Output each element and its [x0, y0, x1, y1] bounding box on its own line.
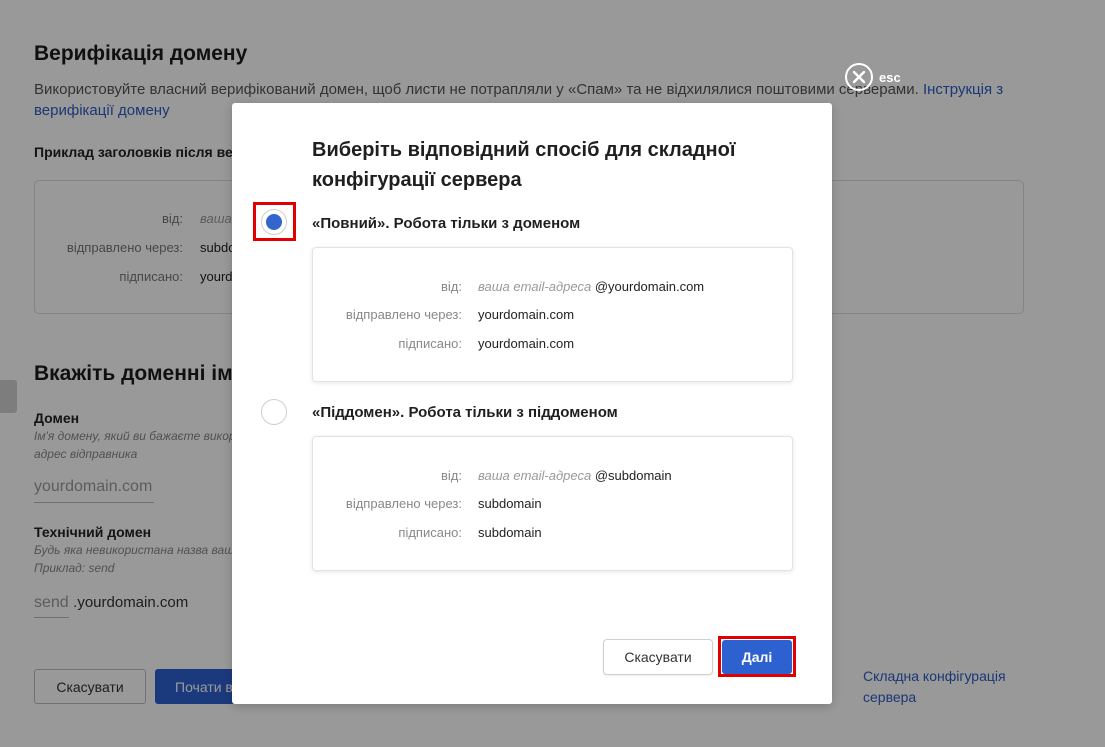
from-placeholder: ваша email-адреса — [478, 468, 592, 483]
signed-value: subdomain — [478, 525, 542, 540]
cancel-button[interactable]: Скасувати — [603, 639, 713, 675]
radio-subdomain[interactable] — [261, 399, 287, 425]
option-subdomain-card[interactable]: від: ваша email-адреса @subdomain відпра… — [312, 436, 793, 571]
server-config-modal: Виберіть відповідний спосіб для складної… — [232, 103, 832, 704]
via-label: відправлено через: — [345, 496, 462, 511]
from-placeholder: ваша email-адреса — [478, 279, 592, 294]
signed-label: підписано: — [398, 336, 462, 351]
via-value: yourdomain.com — [478, 307, 575, 322]
signed-label: підписано: — [398, 525, 462, 540]
option-subdomain-title: «Піддомен». Робота тільки з піддоменом — [312, 404, 618, 421]
via-value: subdomain — [478, 496, 542, 511]
from-domain: @yourdomain.com — [594, 279, 705, 294]
radio-full[interactable] — [261, 209, 287, 235]
from-domain: @subdomain — [594, 468, 672, 483]
modal-title: Виберіть відповідний спосіб для складної… — [312, 139, 736, 191]
from-value: ваша email-адреса @yourdomain.com — [478, 279, 704, 294]
close-modal-button[interactable]: esc — [845, 63, 901, 91]
close-icon — [845, 63, 873, 91]
option-full-title: «Повний». Робота тільки з доменом — [312, 215, 581, 232]
next-button[interactable]: Далі — [722, 640, 792, 674]
from-value: ваша email-адреса @subdomain — [478, 468, 672, 483]
from-label: від: — [441, 468, 462, 483]
from-label: від: — [441, 279, 462, 294]
via-label: відправлено через: — [345, 307, 462, 322]
signed-value: yourdomain.com — [478, 336, 575, 351]
esc-label: esc — [879, 69, 901, 85]
option-full-card[interactable]: від: ваша email-адреса @yourdomain.com в… — [312, 247, 793, 382]
